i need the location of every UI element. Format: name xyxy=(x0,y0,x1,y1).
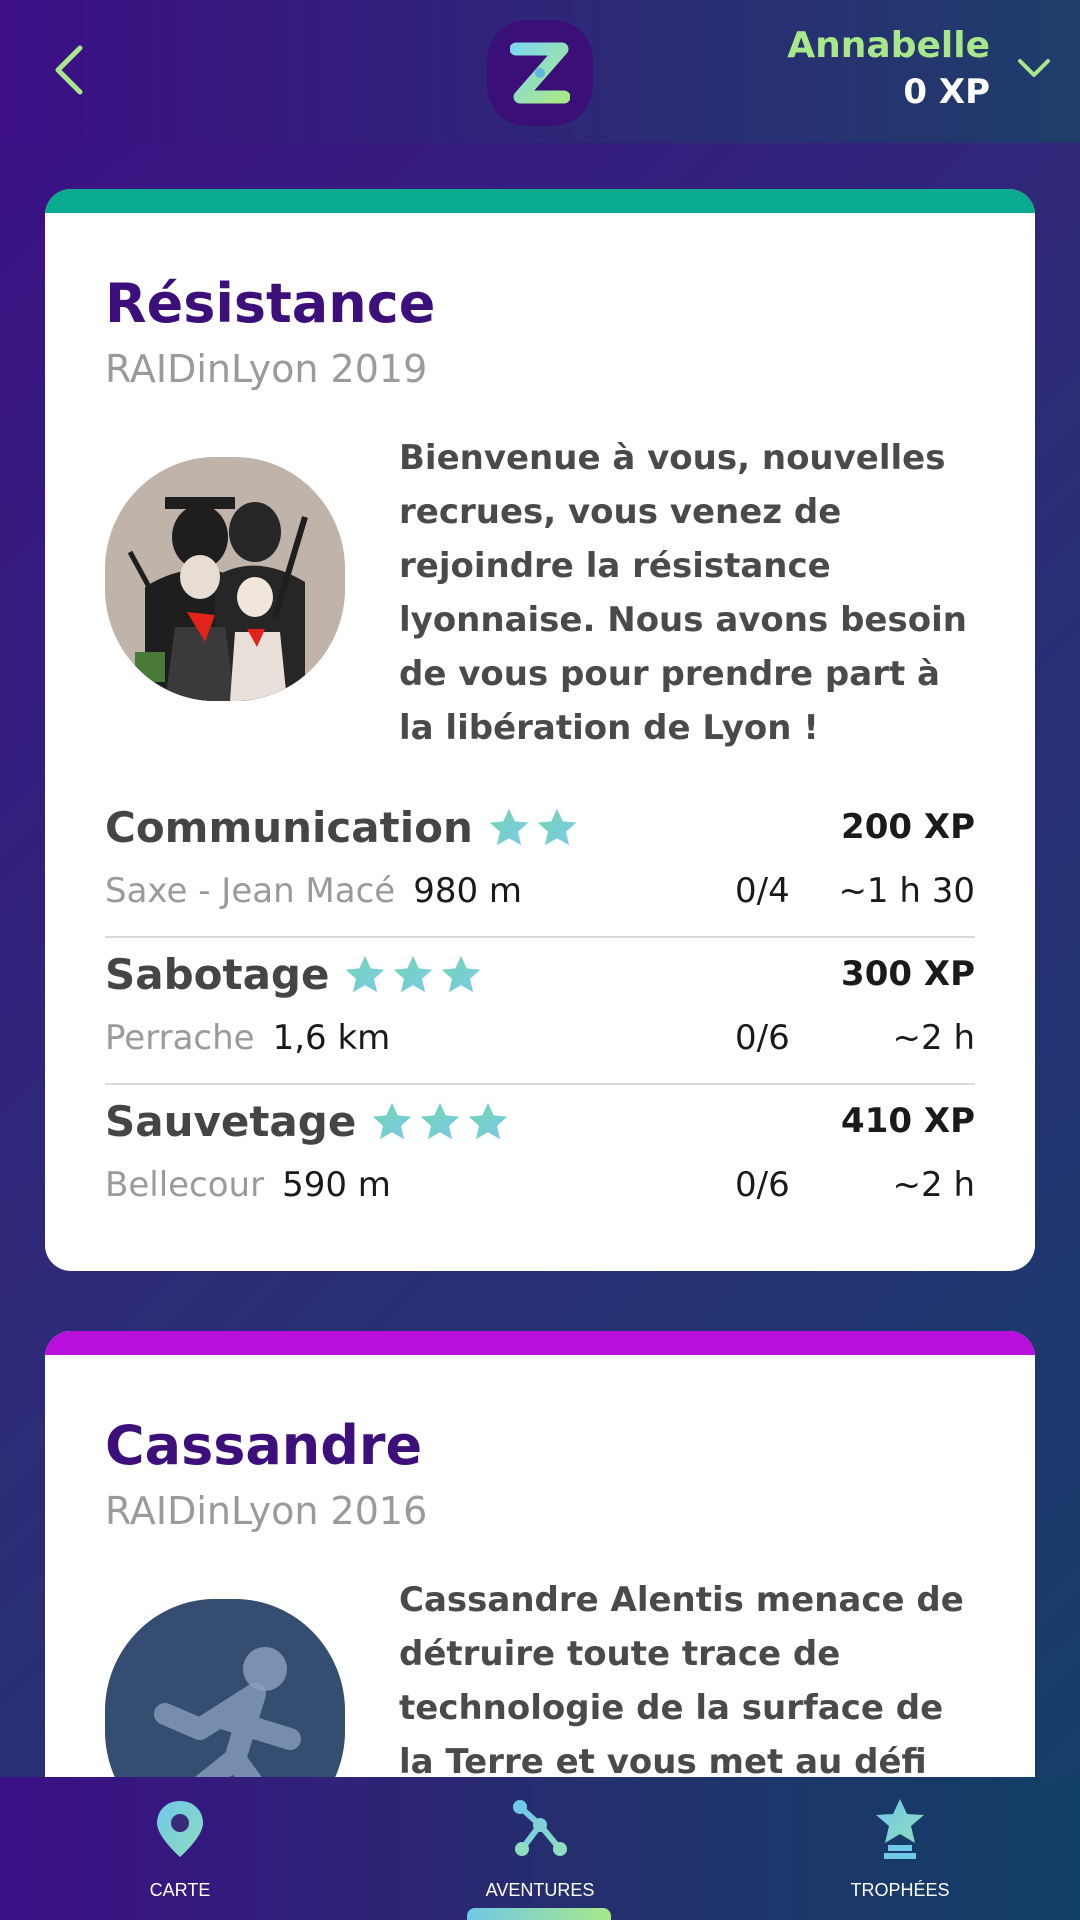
mission-list: Communication 200 XP Saxe - Jean Macé 980… xyxy=(105,791,975,1232)
mission-duration: ~1 h 30 xyxy=(838,871,975,911)
mission-xp: 300 XP xyxy=(841,954,975,994)
difficulty-stars xyxy=(487,806,583,850)
mission-location: Perrache xyxy=(105,1018,255,1058)
mission-progress: 0/6 xyxy=(735,1165,790,1205)
app-logo[interactable] xyxy=(487,20,593,126)
user-info[interactable]: Annabelle 0 XP xyxy=(787,22,990,114)
mission-progress: 0/6 xyxy=(735,1018,790,1058)
adventure-title: Résistance xyxy=(105,272,436,335)
active-tab-indicator xyxy=(467,1908,611,1920)
difficulty-stars xyxy=(343,953,487,997)
adventure-subtitle: RAIDinLyon 2016 xyxy=(105,1489,428,1533)
nav-label: TROPHÉES xyxy=(850,1880,950,1900)
adventure-image xyxy=(105,457,345,701)
star-icon xyxy=(487,806,531,850)
user-xp: 0 XP xyxy=(903,72,990,112)
nav-item-trophees[interactable]: TROPHÉES xyxy=(780,1777,1020,1920)
mission-row[interactable]: Sauvetage 410 XP Bellecour 590 m 0/6 ~2 h xyxy=(105,1085,975,1232)
app-header: Annabelle 0 XP xyxy=(0,0,1080,143)
chevron-down-icon xyxy=(1018,59,1050,77)
mission-row[interactable]: Communication 200 XP Saxe - Jean Macé 980… xyxy=(105,791,975,938)
mission-distance: 590 m xyxy=(282,1165,391,1205)
star-icon xyxy=(418,1100,462,1144)
mission-duration: ~2 h xyxy=(892,1165,975,1205)
mission-duration: ~2 h xyxy=(892,1018,975,1058)
trophy-icon xyxy=(876,1799,924,1859)
mission-location: Bellecour xyxy=(105,1165,265,1205)
adventure-title: Cassandre xyxy=(105,1414,423,1477)
nav-item-carte[interactable]: CARTE xyxy=(60,1777,300,1920)
mission-name: Communication xyxy=(105,803,473,852)
star-icon xyxy=(391,953,435,997)
back-button[interactable] xyxy=(28,30,108,110)
adventure-list[interactable]: Résistance RAIDinLyon 2019 Bienvenue à v… xyxy=(0,143,1080,1777)
mission-row[interactable]: Sabotage 300 XP Perrache 1,6 km 0/6 ~2 h xyxy=(105,938,975,1085)
adventure-image xyxy=(105,1599,345,1777)
nav-label: CARTE xyxy=(149,1880,211,1900)
mission-name: Sabotage xyxy=(105,950,330,999)
star-icon xyxy=(466,1100,510,1144)
mission-progress: 0/4 xyxy=(735,871,790,911)
z-logo-icon xyxy=(510,42,570,104)
adventure-description: Bienvenue à vous, nouvelles recrues, vou… xyxy=(399,438,967,748)
card-accent-bar xyxy=(45,189,1035,213)
adventure-subtitle: RAIDinLyon 2019 xyxy=(105,347,428,391)
mission-distance: 980 m xyxy=(413,871,523,911)
user-menu-toggle[interactable] xyxy=(1010,48,1058,88)
star-icon xyxy=(535,806,579,850)
mission-distance: 1,6 km xyxy=(272,1018,391,1058)
mission-name: Sauvetage xyxy=(105,1097,357,1146)
bottom-navigation: CARTE AVENTURES TROPHÉES xyxy=(0,1777,1080,1920)
share-nodes-icon xyxy=(513,1800,567,1856)
star-icon xyxy=(370,1100,414,1144)
adventure-description: Cassandre Alentis menace de détruire tou… xyxy=(399,1580,964,1777)
mission-location: Saxe - Jean Macé xyxy=(105,871,396,911)
chevron-left-icon xyxy=(55,45,83,95)
user-name: Annabelle xyxy=(787,25,990,66)
card-accent-bar xyxy=(45,1331,1035,1355)
star-icon xyxy=(439,953,483,997)
difficulty-stars xyxy=(370,1100,514,1144)
mission-xp: 410 XP xyxy=(841,1101,975,1141)
adventure-card[interactable]: Cassandre RAIDinLyon 2016 Cassandre Alen… xyxy=(45,1331,1035,1777)
star-icon xyxy=(343,953,387,997)
nav-item-aventures[interactable]: AVENTURES xyxy=(420,1777,660,1920)
nav-label: AVENTURES xyxy=(485,1880,595,1900)
adventure-card[interactable]: Résistance RAIDinLyon 2019 Bienvenue à v… xyxy=(45,189,1035,1271)
mission-xp: 200 XP xyxy=(841,807,975,847)
map-pin-icon xyxy=(157,1801,203,1857)
